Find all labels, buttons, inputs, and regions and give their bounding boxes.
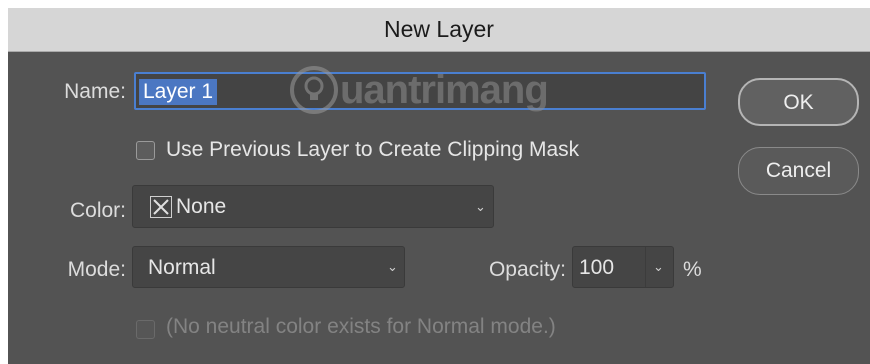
mode-value: Normal	[148, 256, 216, 279]
lightbulb-icon	[290, 66, 338, 114]
color-label: Color:	[69, 199, 126, 222]
neutral-color-label: (No neutral color exists for Normal mode…	[166, 315, 556, 338]
color-value: None	[176, 195, 227, 218]
name-value: Layer 1	[139, 79, 218, 105]
title-bar[interactable]: New Layer	[8, 8, 870, 52]
chevron-down-icon: ⌄	[475, 199, 486, 214]
name-label: Name:	[64, 80, 126, 103]
opacity-divider	[645, 247, 646, 287]
watermark-text: uantrimang	[340, 67, 549, 112]
opacity-value: 100	[579, 256, 615, 279]
ok-button[interactable]: OK	[738, 78, 859, 126]
neutral-color-checkbox[interactable]	[136, 320, 155, 339]
cancel-button[interactable]: Cancel	[738, 147, 859, 195]
opacity-label: Opacity:	[488, 258, 566, 281]
new-layer-dialog: New Layer Name: Layer 1 uantrimang OK Ca…	[8, 8, 870, 364]
clipping-mask-label[interactable]: Use Previous Layer to Create Clipping Ma…	[166, 138, 579, 162]
mode-select[interactable]: Normal ⌄	[132, 246, 405, 288]
clipping-mask-checkbox[interactable]	[136, 141, 155, 160]
chevron-down-icon: ⌄	[387, 259, 398, 274]
mode-label: Mode:	[67, 258, 126, 281]
opacity-unit: %	[683, 258, 702, 281]
color-select[interactable]: None ⌄	[132, 185, 494, 228]
chevron-down-icon[interactable]: ⌄	[653, 259, 664, 275]
watermark-logo: uantrimang	[290, 62, 549, 118]
opacity-input[interactable]: 100 ⌄	[572, 246, 674, 288]
dialog-title: New Layer	[384, 16, 494, 42]
x-box-icon	[150, 196, 172, 218]
